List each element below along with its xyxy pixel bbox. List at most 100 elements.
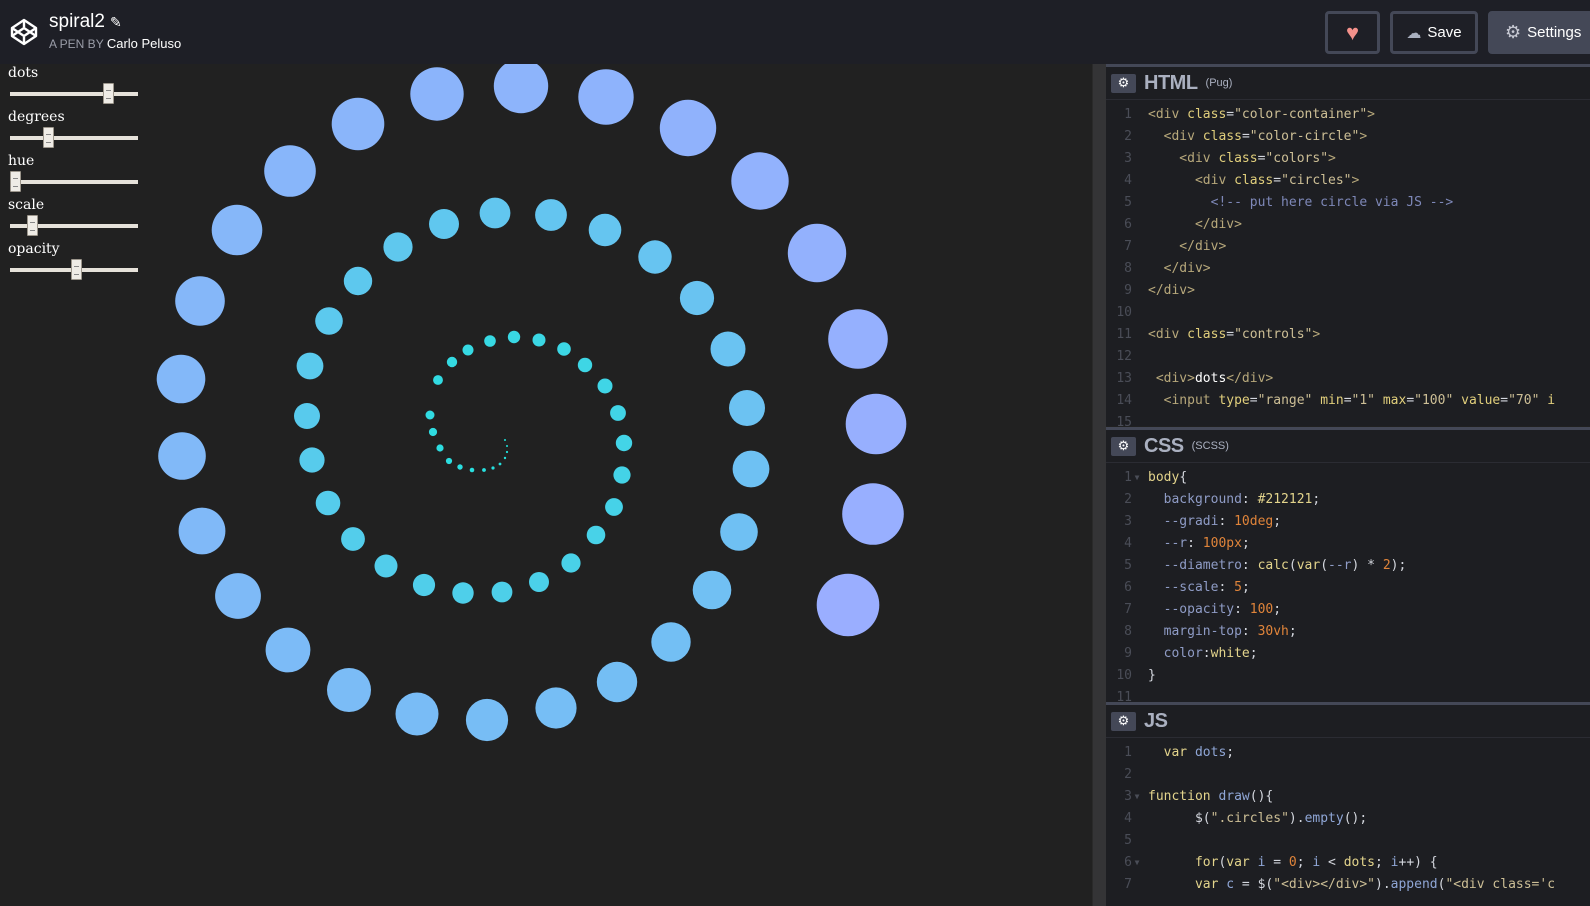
- code-token: ) *: [1351, 558, 1383, 573]
- slider-track: [10, 180, 138, 184]
- fold-arrow-icon[interactable]: ▼: [1132, 467, 1142, 489]
- code-token: min: [1320, 393, 1344, 408]
- code-token: :: [1218, 514, 1235, 529]
- code-line: 3 <div class="colors">: [1106, 148, 1590, 170]
- fold-gutter: [1132, 621, 1142, 643]
- edit-pencil-icon[interactable]: ✎: [110, 14, 122, 31]
- html-code-editor[interactable]: 1 <div class="color-container"> 2 <div cla…: [1106, 100, 1590, 426]
- line-number: 12: [1116, 349, 1132, 364]
- slider-thumb[interactable]: [103, 83, 115, 104]
- settings-button[interactable]: ⚙ Settings: [1488, 11, 1590, 54]
- spiral-dot: [429, 209, 459, 239]
- js-code-editor[interactable]: 1 var dots; 2 3 ▼ function draw(){4 $(".circ…: [1106, 738, 1590, 896]
- code-token: i: [1547, 393, 1556, 408]
- code-token: append: [1390, 877, 1438, 892]
- fold-arrow-icon[interactable]: ▼: [1132, 786, 1142, 808]
- fold-gutter: [1132, 280, 1142, 302]
- spiral-dot: [491, 581, 513, 603]
- spiral-dot: [294, 403, 320, 429]
- spiral-dot: [493, 64, 549, 114]
- code-token: ).: [1288, 811, 1305, 826]
- code-token: class: [1187, 107, 1227, 122]
- slider-thumb[interactable]: [42, 127, 54, 148]
- spiral-dot: [215, 573, 261, 619]
- dots-slider[interactable]: [8, 82, 138, 108]
- code-token: =: [1226, 327, 1235, 342]
- spiral-dot: [505, 450, 509, 454]
- code-line: 5: [1106, 830, 1590, 852]
- spiral-dot: [615, 434, 633, 452]
- code-token: =: [1241, 129, 1250, 144]
- pen-title[interactable]: spiral2: [49, 11, 105, 33]
- code-token: 30vh: [1257, 624, 1289, 639]
- degrees-slider[interactable]: [8, 126, 138, 152]
- code-token: "range": [1257, 393, 1321, 408]
- code-token: 10deg: [1234, 514, 1274, 529]
- code-token: );: [1390, 558, 1407, 573]
- scale-slider[interactable]: [8, 214, 138, 240]
- code-token: =: [1273, 173, 1282, 188]
- spiral-dot: [410, 67, 464, 121]
- code-token: class: [1234, 173, 1274, 188]
- code-line: 8 margin-top: 30vh;: [1106, 621, 1590, 643]
- line-number: 4: [1124, 536, 1132, 551]
- spiral-dot: [529, 572, 549, 592]
- save-button[interactable]: ☁ Save: [1390, 11, 1478, 54]
- spiral-dot: [561, 553, 581, 573]
- code-line: 11 <div class="controls">: [1106, 324, 1590, 346]
- spiral-dot: [395, 692, 439, 736]
- author-link[interactable]: Carlo Peluso: [107, 36, 181, 51]
- spiral-dot: [597, 378, 613, 394]
- spiral-dot: [557, 342, 571, 356]
- line-number: 1: [1124, 745, 1132, 760]
- code-token: "100": [1414, 393, 1462, 408]
- codepen-logo-icon[interactable]: [9, 17, 39, 47]
- code-token: ;: [1312, 492, 1321, 507]
- fold-arrow-icon[interactable]: ▼: [1132, 852, 1142, 874]
- js-settings-gear-icon[interactable]: ⚙: [1111, 711, 1136, 731]
- code-line: 9 </div>: [1106, 280, 1590, 302]
- spiral-dot: [445, 457, 453, 465]
- html-settings-gear-icon[interactable]: ⚙: [1111, 73, 1136, 93]
- css-editor-panel: ⚙ CSS (SCSS) 1 ▼ body{2 background: #21212…: [1106, 427, 1590, 703]
- line-number: 1: [1124, 470, 1132, 485]
- code-token: (){: [1249, 789, 1274, 804]
- fold-gutter: [1132, 302, 1142, 324]
- code-line: 6 ▼ for(var i = 0; i < dots; i++) {: [1106, 852, 1590, 874]
- code-token: $(: [1148, 811, 1211, 826]
- spiral-dot: [428, 427, 438, 437]
- code-token: <div>: [1148, 371, 1195, 386]
- spiral-dot: [506, 445, 508, 447]
- code-token: <div: [1148, 107, 1188, 122]
- fold-gutter: [1132, 665, 1142, 687]
- code-token: draw: [1218, 789, 1250, 804]
- cloud-icon: ☁: [1406, 24, 1422, 42]
- pane-resize-handle[interactable]: [1092, 64, 1106, 906]
- slider-thumb[interactable]: [10, 171, 21, 192]
- code-line: 1 ▼ body{: [1106, 467, 1590, 489]
- line-number: 3: [1124, 514, 1132, 529]
- spiral-dot: [469, 467, 475, 473]
- hue-slider[interactable]: [8, 170, 138, 196]
- code-token: 100: [1249, 602, 1274, 617]
- code-token: 0: [1288, 855, 1297, 870]
- slider-thumb[interactable]: [70, 259, 82, 280]
- css-code-editor[interactable]: 1 ▼ body{2 background: #212121; 3 --gradi: …: [1106, 463, 1590, 703]
- code-line: 4 $(".circles").empty();: [1106, 808, 1590, 830]
- spiral-dot: [315, 307, 343, 335]
- code-line: 13 <div>dots</div>: [1106, 368, 1590, 390]
- code-token: <div: [1148, 173, 1235, 188]
- code-token: <input: [1148, 393, 1219, 408]
- code-line: 11: [1106, 687, 1590, 703]
- code-line: 4 --r: 100px;: [1106, 533, 1590, 555]
- css-settings-gear-icon[interactable]: ⚙: [1111, 436, 1136, 456]
- code-token: >: [1328, 151, 1336, 166]
- spiral-dot: [787, 223, 847, 283]
- opacity-slider[interactable]: [8, 258, 138, 284]
- line-number: 3: [1124, 789, 1132, 804]
- slider-thumb[interactable]: [26, 215, 38, 236]
- code-token: =: [1406, 393, 1415, 408]
- love-button[interactable]: ♥: [1325, 11, 1380, 54]
- spiral-dot: [436, 444, 444, 452]
- spiral-dot: [327, 668, 371, 712]
